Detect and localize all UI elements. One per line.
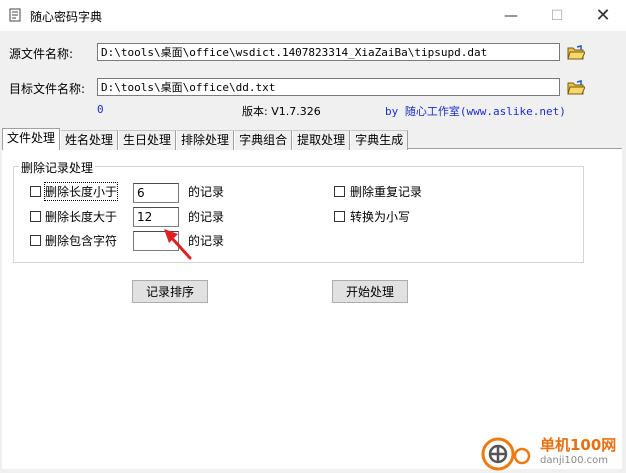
delete-contains-checkbox[interactable] xyxy=(30,235,41,246)
app-icon xyxy=(9,8,21,22)
source-file-input[interactable]: D:\tools\桌面\office\wsdict.1407823314_Xia… xyxy=(97,43,560,61)
version-text: 版本: V1.7.326 xyxy=(242,105,321,118)
start-processing-button[interactable]: 开始处理 xyxy=(332,280,408,303)
tab-exclude-processing[interactable]: 排除处理 xyxy=(176,130,235,150)
tab-extract-processing[interactable]: 提取处理 xyxy=(292,130,351,150)
row1-suffix: 的记录 xyxy=(188,185,225,199)
to-lowercase-label[interactable]: 转换为小写 xyxy=(350,208,410,225)
tab-name-processing[interactable]: 姓名处理 xyxy=(60,130,119,150)
tab-strip: 文件处理 姓名处理 生日处理 排除处理 字典组合 提取处理 字典生成 xyxy=(0,128,409,150)
target-file-label: 目标文件名称: xyxy=(9,82,86,96)
row2-suffix: 的记录 xyxy=(188,210,225,224)
start-processing-label: 开始处理 xyxy=(345,285,394,299)
watermark-logo-icon xyxy=(481,437,531,471)
delete-longer-checkbox[interactable] xyxy=(30,211,41,222)
target-file-input[interactable]: D:\tools\桌面\office\dd.txt xyxy=(97,78,560,96)
tab-birthday-processing[interactable]: 生日处理 xyxy=(118,130,177,150)
delete-longer-label[interactable]: 删除长度大于 xyxy=(45,208,117,225)
group-title: 删除记录处理 xyxy=(19,159,96,176)
target-folder-open-icon[interactable] xyxy=(567,80,585,96)
tab-file-processing[interactable]: 文件处理 xyxy=(2,128,61,150)
red-arrow-annotation xyxy=(164,229,192,260)
sort-records-label: 记录排序 xyxy=(145,285,194,299)
watermark-url: danji100.com xyxy=(540,455,608,466)
author-link[interactable]: by 随心工作室(www.aslike.net) xyxy=(385,103,566,119)
record-count: 0 xyxy=(97,103,104,116)
delete-duplicates-label[interactable]: 删除重复记录 xyxy=(350,183,422,200)
delete-shorter-checkbox[interactable] xyxy=(30,186,41,197)
delete-duplicates-checkbox[interactable] xyxy=(334,186,345,197)
close-button[interactable]: ✕ xyxy=(580,0,626,31)
minimize-button[interactable]: — xyxy=(488,0,534,31)
sort-records-button[interactable]: 记录排序 xyxy=(132,280,208,303)
delete-shorter-label[interactable]: 删除长度小于 xyxy=(43,182,119,201)
max-length-input[interactable]: 12 xyxy=(133,207,179,227)
to-lowercase-checkbox[interactable] xyxy=(334,211,345,222)
maximize-button[interactable]: ☐ xyxy=(534,0,580,31)
tab-dictionary-generate[interactable]: 字典生成 xyxy=(350,130,409,150)
tab-dictionary-combine[interactable]: 字典组合 xyxy=(234,130,293,150)
delete-contains-label[interactable]: 删除包含字符 xyxy=(45,232,117,249)
source-folder-open-icon[interactable] xyxy=(567,45,585,61)
window-title: 随心密码字典 xyxy=(30,10,103,24)
source-file-label: 源文件名称: xyxy=(9,47,74,61)
min-length-input[interactable]: 6 xyxy=(133,183,179,203)
watermark-brand: 单机100网 xyxy=(540,436,617,454)
